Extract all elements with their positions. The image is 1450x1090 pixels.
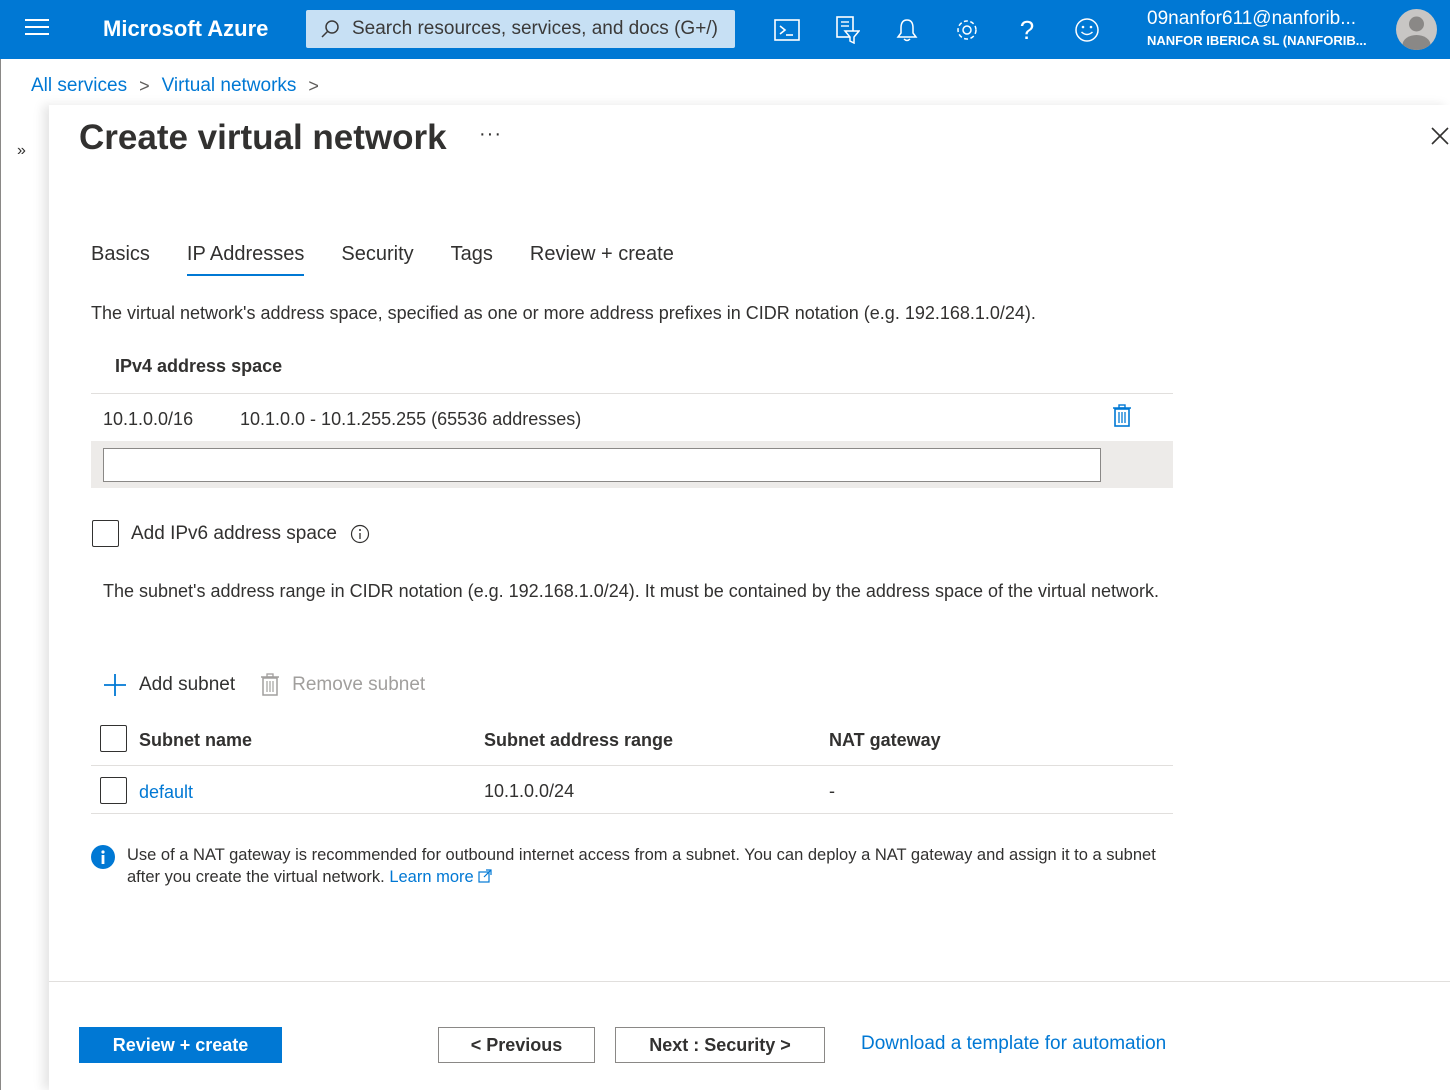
remove-subnet-button[interactable]: Remove subnet — [260, 673, 425, 697]
avatar[interactable] — [1396, 9, 1437, 50]
help-icon[interactable]: ? — [1010, 13, 1044, 47]
close-icon[interactable] — [1429, 125, 1450, 147]
ipv4-address-input[interactable] — [103, 448, 1101, 482]
feedback-icon[interactable] — [1070, 13, 1104, 47]
breadcrumb-virtual-networks[interactable]: Virtual networks — [162, 75, 297, 97]
tab-ip-addresses[interactable]: IP Addresses — [186, 243, 305, 276]
info-icon — [91, 845, 115, 869]
settings-icon[interactable] — [950, 13, 984, 47]
tab-security[interactable]: Security — [341, 243, 413, 276]
column-nat-gateway: NAT gateway — [829, 730, 941, 750]
subnet-description: The subnet's address range in CIDR notat… — [103, 581, 1160, 601]
nat-info-message: Use of a NAT gateway is recommended for … — [91, 844, 1181, 888]
menu-icon[interactable] — [25, 19, 49, 39]
download-template-link[interactable]: Download a template for automation — [861, 1033, 1166, 1055]
table-row: default 10.1.0.0/24 - — [91, 766, 1173, 814]
left-border — [0, 59, 1, 1090]
ipv4-header: IPv4 address space — [115, 356, 283, 376]
notifications-icon[interactable] — [890, 13, 924, 47]
external-link-icon — [478, 869, 492, 883]
subnet-toolbar: Add subnet Remove subnet — [103, 673, 425, 697]
divider — [49, 981, 1450, 982]
search-icon — [321, 20, 339, 38]
subnet-range: 10.1.0.0/24 — [484, 781, 575, 801]
breadcrumb-all-services[interactable]: All services — [31, 75, 127, 97]
account-info[interactable]: 09nanfor611@nanforib... NANFOR IBERICA S… — [1147, 8, 1387, 48]
ipv6-checkbox[interactable] — [92, 520, 119, 547]
subnet-name-link[interactable]: default — [139, 782, 193, 803]
column-subnet-range: Subnet address range — [484, 730, 674, 750]
nat-info-text: Use of a NAT gateway is recommended for … — [127, 846, 1156, 886]
breadcrumb: All services > Virtual networks > — [31, 75, 331, 97]
ipv4-entry-row: 10.1.0.0/16 10.1.0.0 - 10.1.255.255 (655… — [91, 397, 1173, 441]
breadcrumb-separator: > — [139, 75, 150, 96]
top-bar: Microsoft Azure Search resources, servic… — [0, 0, 1450, 59]
ipv6-label: Add IPv6 address space — [131, 522, 337, 544]
ipv6-option: Add IPv6 address space — [92, 520, 370, 547]
ipv4-cidr: 10.1.0.0/16 — [103, 409, 194, 429]
tab-tags[interactable]: Tags — [451, 243, 493, 276]
review-create-button[interactable]: Review + create — [79, 1027, 282, 1063]
more-options-icon[interactable]: ··· — [479, 123, 502, 146]
divider — [91, 393, 1173, 394]
tab-basics[interactable]: Basics — [91, 243, 150, 276]
subnet-nat: - — [829, 781, 835, 801]
row-checkbox[interactable] — [100, 777, 127, 804]
address-space-description: The virtual network's address space, spe… — [91, 303, 1036, 323]
add-subnet-button[interactable]: Add subnet — [103, 673, 235, 697]
cloud-shell-icon[interactable] — [770, 13, 804, 47]
column-subnet-name: Subnet name — [139, 730, 253, 750]
ipv4-new-row — [91, 441, 1173, 488]
search-input[interactable]: Search resources, services, and docs (G+… — [306, 10, 735, 48]
subnet-table: Subnet name Subnet address range NAT gat… — [91, 713, 1173, 814]
delete-icon[interactable] — [1112, 404, 1132, 428]
tab-list: Basics IP Addresses Security Tags Review… — [91, 243, 711, 276]
add-subnet-label: Add subnet — [139, 674, 236, 695]
expand-sidebar-icon[interactable]: » — [17, 142, 26, 160]
plus-icon — [104, 674, 126, 696]
page-title: Create virtual network — [79, 118, 447, 157]
delete-icon — [261, 673, 280, 696]
account-tenant: NANFOR IBERICA SL (NANFORIB... — [1147, 33, 1367, 48]
previous-button[interactable]: < Previous — [438, 1027, 595, 1063]
select-all-checkbox[interactable] — [100, 725, 127, 752]
brand-title[interactable]: Microsoft Azure — [103, 16, 268, 42]
next-button[interactable]: Next : Security > — [615, 1027, 825, 1063]
learn-more-link[interactable]: Learn more — [389, 868, 492, 886]
table-header: Subnet name Subnet address range NAT gat… — [91, 713, 1173, 766]
tab-review-create[interactable]: Review + create — [530, 243, 674, 276]
remove-subnet-label: Remove subnet — [292, 674, 426, 695]
account-email: 09nanfor611@nanforib... — [1147, 8, 1357, 29]
create-vnet-panel: Create virtual network ··· Basics IP Add… — [49, 105, 1450, 1090]
search-placeholder: Search resources, services, and docs (G+… — [352, 18, 718, 39]
info-icon[interactable] — [350, 524, 370, 544]
breadcrumb-separator: > — [308, 75, 319, 96]
directory-filter-icon[interactable] — [830, 13, 864, 47]
ipv4-range: 10.1.0.0 - 10.1.255.255 (65536 addresses… — [240, 409, 582, 429]
user-icon — [1402, 16, 1431, 50]
